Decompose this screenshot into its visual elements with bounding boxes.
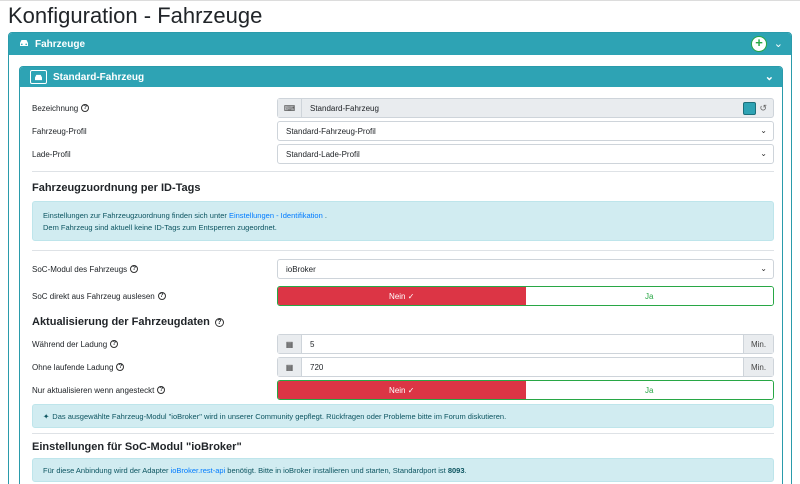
help-icon[interactable]: ? bbox=[81, 104, 90, 113]
lade-profil-value: Standard-Lade-Profil bbox=[286, 149, 360, 159]
soc-modul-label: SoC-Modul des Fahrzeugs bbox=[32, 264, 128, 274]
info-text: benötigt. Bitte in ioBroker installieren… bbox=[225, 465, 448, 475]
community-info: ✦ Das ausgewählte Fahrzeug-Modul "ioBrok… bbox=[32, 404, 774, 428]
car-icon bbox=[30, 70, 47, 84]
top-border bbox=[0, 0, 800, 1]
fahrzeug-profil-label: Fahrzeug-Profil bbox=[32, 126, 87, 136]
info-text: . bbox=[322, 210, 327, 220]
page-title: Konfiguration - Fahrzeuge bbox=[8, 3, 263, 28]
update-title-text: Aktualisierung der Fahrzeugdaten bbox=[32, 316, 210, 328]
angesteckt-label: Nur aktualisieren wenn angesteckt bbox=[32, 385, 155, 395]
lade-profil-row: Lade-Profil Standard-Lade-Profil ⌄ bbox=[32, 144, 774, 164]
vehicle-card-header[interactable]: Standard-Fahrzeug ⌄ bbox=[20, 67, 782, 87]
id-tags-title: Fahrzeugzuordnung per ID-Tags bbox=[32, 182, 201, 194]
identifikation-link[interactable]: Einstellungen - Identifikation bbox=[229, 211, 323, 220]
calculator-icon: ▦ bbox=[278, 335, 302, 353]
fahrzeug-profil-value: Standard-Fahrzeug-Profil bbox=[286, 126, 376, 136]
plus-circle-icon[interactable]: + bbox=[751, 36, 767, 52]
soc-direkt-toggle: Nein ✓ Ja bbox=[277, 286, 774, 306]
info-text: Dem Fahrzeug sind aktuell keine ID-Tags … bbox=[43, 222, 277, 232]
fahrzeug-profil-row: Fahrzeug-Profil Standard-Fahrzeug-Profil… bbox=[32, 121, 774, 141]
info-text: . bbox=[464, 465, 467, 475]
ohne-ladung-input[interactable]: ▦ 720 Min. bbox=[277, 357, 774, 377]
soc-modul-row: SoC-Modul des Fahrzeugs? ioBroker ⌄ bbox=[32, 259, 774, 279]
iobroker-title: Einstellungen für SoC-Modul "ioBroker" bbox=[32, 441, 242, 453]
nein-button[interactable]: Nein ✓ bbox=[278, 381, 526, 399]
reset-icon[interactable]: ↺ bbox=[759, 103, 767, 114]
ladung-value: 5 bbox=[310, 339, 315, 349]
help-icon[interactable]: ? bbox=[157, 386, 166, 395]
divider bbox=[32, 171, 774, 172]
bezeichnung-row: Bezeichnung? ⌨ Standard-Fahrzeug ↺ bbox=[32, 98, 774, 118]
info-text: Für diese Anbindung wird der Adapter bbox=[43, 465, 171, 475]
ladung-label: Während der Ladung bbox=[32, 339, 108, 349]
help-icon[interactable]: ? bbox=[116, 363, 125, 372]
ladung-input[interactable]: ▦ 5 Min. bbox=[277, 334, 774, 354]
angesteckt-row: Nur aktualisieren wenn angesteckt? Nein … bbox=[32, 380, 774, 400]
ohne-ladung-value: 720 bbox=[310, 362, 324, 372]
port-value: 8093 bbox=[447, 465, 465, 475]
nein-button[interactable]: Nein ✓ bbox=[278, 287, 526, 305]
ohne-ladung-row: Ohne laufende Ladung? ▦ 720 Min. bbox=[32, 357, 774, 377]
id-tags-info: Einstellungen zur Fahrzeugzuordnung find… bbox=[32, 201, 774, 241]
ladung-row: Während der Ladung? ▦ 5 Min. bbox=[32, 334, 774, 354]
calculator-icon: ▦ bbox=[278, 358, 302, 376]
chevron-down-icon: ⌄ bbox=[760, 264, 767, 273]
angesteckt-toggle: Nein ✓ Ja bbox=[277, 380, 774, 400]
update-title: Aktualisierung der Fahrzeugdaten? bbox=[32, 316, 224, 328]
vehicles-card-header[interactable]: Fahrzeuge bbox=[9, 33, 791, 55]
ja-button[interactable]: Ja bbox=[525, 287, 773, 305]
help-icon[interactable]: ? bbox=[110, 340, 119, 349]
soc-modul-value: ioBroker bbox=[286, 264, 316, 274]
ja-button[interactable]: Ja bbox=[525, 381, 773, 399]
divider bbox=[32, 250, 774, 251]
lade-profil-select[interactable]: Standard-Lade-Profil ⌄ bbox=[277, 144, 774, 164]
ohne-ladung-label: Ohne laufende Ladung bbox=[32, 362, 114, 372]
chevron-down-icon[interactable]: ⌄ bbox=[774, 37, 783, 50]
soc-direkt-label: SoC direkt aus Fahrzeug auslesen bbox=[32, 291, 155, 301]
car-icon bbox=[19, 39, 29, 50]
help-icon[interactable]: ? bbox=[214, 317, 224, 327]
iobroker-rest-api-link[interactable]: ioBroker.rest-api bbox=[171, 466, 226, 475]
divider bbox=[32, 433, 774, 434]
vehicle-card: Standard-Fahrzeug ⌄ Bezeichnung? ⌨ Stand… bbox=[19, 66, 783, 484]
vehicles-card: Fahrzeuge + ⌄ Standard-Fahrzeug ⌄ Bezeic… bbox=[8, 32, 792, 484]
soc-modul-select[interactable]: ioBroker ⌄ bbox=[277, 259, 774, 279]
unit-label: Min. bbox=[743, 358, 773, 376]
bezeichnung-value: Standard-Fahrzeug bbox=[310, 103, 379, 113]
color-picker[interactable] bbox=[743, 101, 757, 115]
keyboard-icon: ⌨ bbox=[278, 99, 302, 117]
vehicles-card-title: Fahrzeuge bbox=[35, 38, 86, 50]
chevron-down-icon: ⌄ bbox=[760, 126, 767, 135]
users-icon: ✦ bbox=[43, 411, 50, 421]
soc-direkt-row: SoC direkt aus Fahrzeug auslesen? Nein ✓… bbox=[32, 286, 774, 306]
bezeichnung-label: Bezeichnung bbox=[32, 103, 79, 113]
help-icon[interactable]: ? bbox=[130, 265, 139, 274]
unit-label: Min. bbox=[743, 335, 773, 353]
info-text: Das ausgewählte Fahrzeug-Modul "ioBroker… bbox=[52, 411, 507, 421]
chevron-down-icon: ⌄ bbox=[760, 149, 767, 158]
iobroker-info: Für diese Anbindung wird der Adapter ioB… bbox=[32, 458, 774, 482]
fahrzeug-profil-select[interactable]: Standard-Fahrzeug-Profil ⌄ bbox=[277, 121, 774, 141]
bezeichnung-input[interactable]: ⌨ Standard-Fahrzeug ↺ bbox=[277, 98, 774, 118]
info-text: Einstellungen zur Fahrzeugzuordnung find… bbox=[43, 210, 229, 220]
help-icon[interactable]: ? bbox=[157, 292, 166, 301]
vehicle-card-title: Standard-Fahrzeug bbox=[53, 71, 145, 83]
chevron-down-icon[interactable]: ⌄ bbox=[765, 70, 774, 83]
lade-profil-label: Lade-Profil bbox=[32, 149, 71, 159]
